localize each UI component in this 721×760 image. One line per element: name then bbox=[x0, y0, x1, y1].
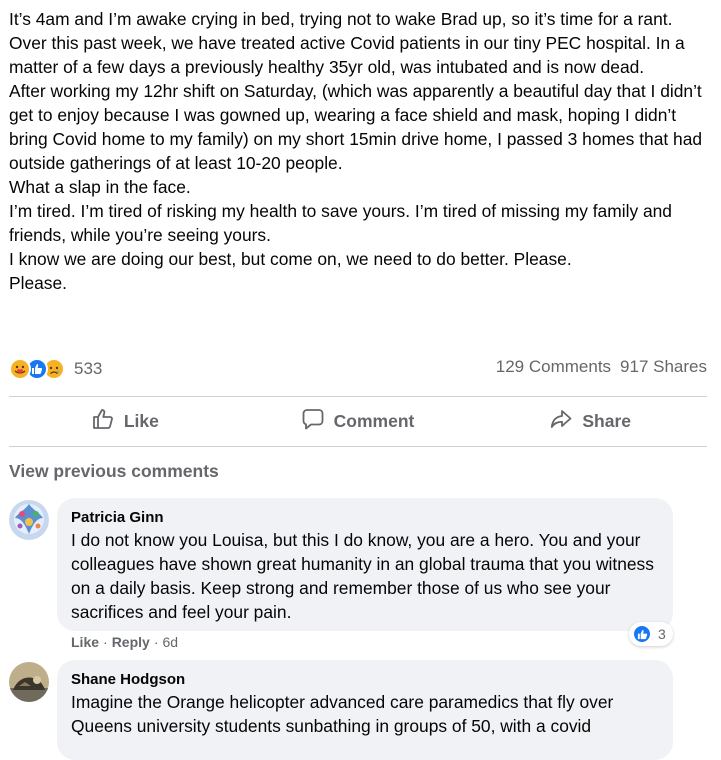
post-stats: 129 Comments 917 Shares bbox=[496, 357, 707, 377]
share-arrow-icon bbox=[550, 408, 572, 435]
care-reaction-icon bbox=[9, 358, 31, 380]
comment-bubble: Patricia Ginn I do not know you Louisa, … bbox=[57, 498, 673, 631]
comment-meta: Like · Reply · 6d bbox=[71, 634, 178, 650]
post-text: It’s 4am and I’m awake crying in bed, tr… bbox=[9, 7, 715, 295]
shares-count-link[interactable]: 917 Shares bbox=[620, 357, 707, 377]
share-button[interactable]: Share bbox=[474, 398, 707, 444]
post-line: Please. bbox=[9, 273, 68, 293]
comment-reactions[interactable]: 3 bbox=[629, 622, 673, 646]
divider bbox=[9, 396, 707, 397]
comment-label: Comment bbox=[333, 410, 415, 431]
thumbs-up-icon bbox=[92, 408, 114, 435]
comment-like-link[interactable]: Like bbox=[71, 634, 99, 650]
meta-separator: · bbox=[103, 634, 108, 650]
divider bbox=[9, 446, 707, 447]
comment-author[interactable]: Patricia Ginn bbox=[71, 508, 659, 528]
comment-timestamp[interactable]: 6d bbox=[162, 634, 178, 650]
post-line: After working my 12hr shift on Saturday,… bbox=[9, 81, 703, 173]
like-reaction-icon bbox=[632, 624, 652, 644]
comments-count-link[interactable]: 129 Comments bbox=[496, 357, 611, 377]
like-button[interactable]: Like bbox=[9, 398, 242, 444]
comment-bubble: Shane Hodgson Imagine the Orange helicop… bbox=[57, 660, 673, 760]
post-line: I’m tired. I’m tired of risking my healt… bbox=[9, 201, 672, 245]
like-label: Like bbox=[123, 410, 159, 431]
comment-text: Imagine the Orange helicopter advanced c… bbox=[71, 692, 614, 736]
comment-reply-link[interactable]: Reply bbox=[112, 634, 150, 650]
comment-reaction-count: 3 bbox=[658, 626, 666, 642]
avatar[interactable] bbox=[9, 500, 49, 540]
reaction-count: 533 bbox=[74, 359, 103, 378]
share-label: Share bbox=[582, 410, 631, 431]
post-line: Over this past week, we have treated act… bbox=[9, 33, 685, 77]
post-line: What a slap in the face. bbox=[9, 177, 191, 197]
reactions-summary[interactable]: 533 bbox=[9, 356, 102, 382]
post-line: I know we are doing our best, but come o… bbox=[9, 249, 572, 269]
view-previous-comments-link[interactable]: View previous comments bbox=[9, 461, 219, 482]
post-action-bar: Like Comment Share bbox=[9, 398, 707, 444]
comment-bubble-icon bbox=[302, 408, 324, 435]
avatar[interactable] bbox=[9, 662, 49, 702]
comment-text: I do not know you Louisa, but this I do … bbox=[71, 530, 654, 622]
comment-author[interactable]: Shane Hodgson bbox=[71, 670, 659, 690]
meta-separator: · bbox=[153, 634, 159, 650]
comment-button[interactable]: Comment bbox=[242, 398, 475, 444]
post-line: It’s 4am and I’m awake crying in bed, tr… bbox=[9, 9, 673, 29]
